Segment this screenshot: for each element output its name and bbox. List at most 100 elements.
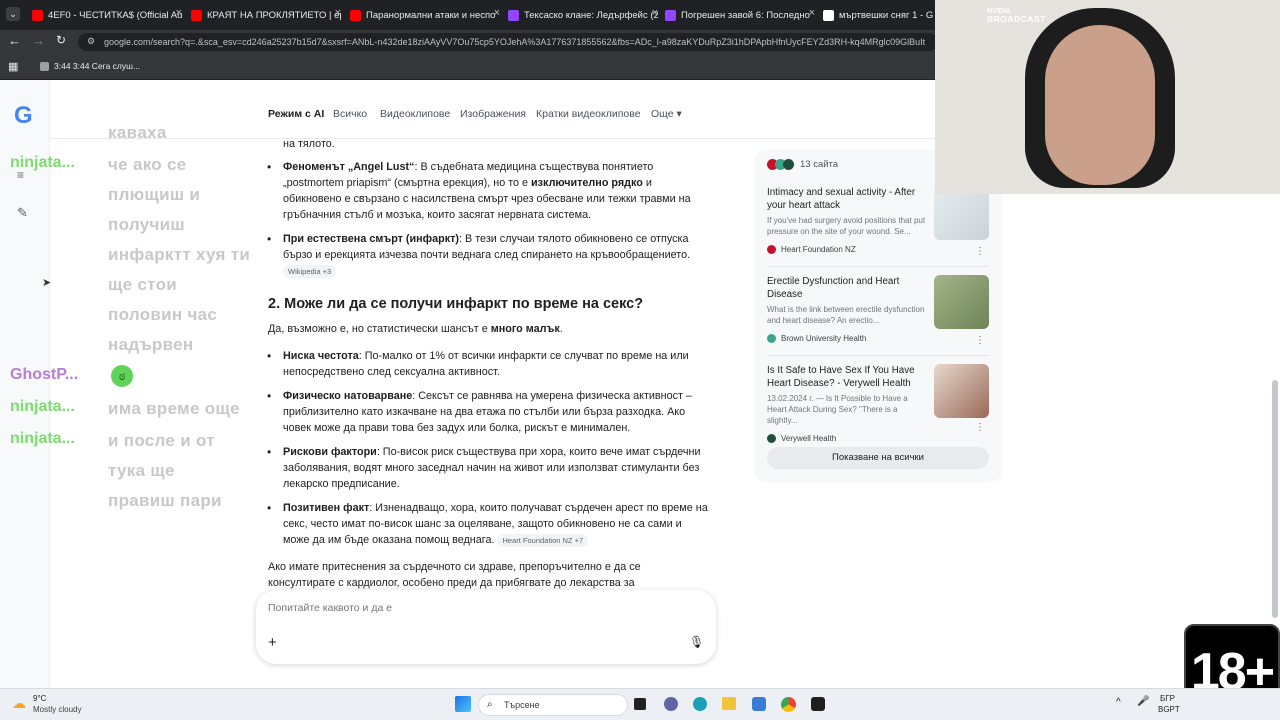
add-attachment-icon[interactable]: + bbox=[268, 634, 277, 651]
twitch-icon bbox=[665, 9, 676, 21]
tab-more[interactable]: Още ▾ bbox=[651, 108, 682, 120]
source-site: Heart Foundation NZ bbox=[767, 245, 989, 254]
browser-tab[interactable]: Погрешен завой 6: Последно × bbox=[665, 4, 815, 26]
source-title[interactable]: Intimacy and sexual activity - After you… bbox=[767, 186, 927, 212]
source-card[interactable]: Intimacy and sexual activity - After you… bbox=[767, 186, 989, 257]
source-card[interactable]: Is It Safe to Have Sex If You Have Heart… bbox=[767, 364, 989, 443]
task-view-icon[interactable] bbox=[634, 698, 646, 710]
browser-tab-label: Тексаско клане: Ледърфейс (2 bbox=[524, 9, 658, 21]
chat-username: GhostP... bbox=[10, 366, 79, 383]
microphone-icon[interactable]: 🎙 bbox=[689, 635, 704, 649]
answer-bullet-text: Рискови фактори: По-висок риск съществув… bbox=[283, 444, 708, 492]
chat-message-line: половин час bbox=[108, 305, 218, 324]
tab-all[interactable]: Всичко bbox=[333, 108, 367, 120]
answer-bullet: Физическо натоварване: Сексът се равнява… bbox=[267, 388, 708, 436]
bullet-heading: Феноменът „Angel Lust“ bbox=[283, 161, 415, 173]
more-options-icon[interactable]: ⋮ bbox=[975, 422, 985, 433]
windows-taskbar: ☁ 9°C Mostly cloudy ⌕ Търсене ^ 🎤 БГР BG… bbox=[0, 688, 1280, 720]
mic-tray-icon[interactable]: 🎤 bbox=[1137, 696, 1149, 707]
browser-tab-label: КРАЯТ НА ПРОКЛЯТИЕТО | ep bbox=[207, 9, 341, 21]
bullet-heading: Физическо натоварване bbox=[283, 390, 413, 402]
tab-videos[interactable]: Видеоклипове bbox=[380, 108, 450, 120]
weather-icon[interactable]: ☁ bbox=[12, 695, 26, 712]
bookmark-favicon-icon bbox=[40, 62, 49, 71]
taskbar-search[interactable]: ⌕ Търсене bbox=[478, 694, 628, 716]
bullet-heading: Позитивен факт bbox=[283, 502, 370, 514]
chat-message-line: тука ще bbox=[108, 461, 175, 480]
chat-app-icon[interactable] bbox=[664, 697, 678, 711]
forward-icon[interactable]: → bbox=[32, 33, 45, 48]
browser-tab[interactable]: мъртвешки сняг 1 - Googl bbox=[823, 4, 933, 26]
answer-bullet: Рискови фактори: По-висок риск съществув… bbox=[267, 444, 708, 492]
ask-input-box[interactable]: + 🎙 bbox=[256, 590, 716, 664]
sources-header[interactable]: 13 сайта bbox=[767, 159, 838, 170]
tab-ai-mode[interactable]: Режим с AI bbox=[268, 108, 324, 120]
more-options-icon[interactable]: ⋮ bbox=[975, 246, 985, 257]
answer-fragment: на тялото. bbox=[283, 138, 335, 150]
bullet-heading: Рискови фактори bbox=[283, 446, 377, 458]
edge-icon[interactable] bbox=[693, 697, 707, 711]
tray-chevron-icon[interactable]: ^ bbox=[1116, 697, 1121, 708]
source-card[interactable]: Erectile Dysfunction and Heart Disease W… bbox=[767, 275, 989, 346]
browser-tab-label: Паранормални атаки и неспо bbox=[366, 9, 496, 21]
chat-message-line: плющиш и bbox=[108, 185, 201, 204]
back-icon[interactable]: ← bbox=[8, 33, 21, 48]
answer-bullet-text: Позитивен факт: Изненадващо, хора, които… bbox=[283, 500, 708, 548]
sources-count: 13 сайта bbox=[800, 159, 839, 170]
reload-icon[interactable]: ↻ bbox=[56, 33, 66, 47]
chat-message-line: правиш пари bbox=[108, 491, 222, 510]
start-icon[interactable] bbox=[455, 696, 471, 712]
source-chip[interactable]: Wikipedia +3 bbox=[283, 264, 337, 278]
browser-tab[interactable]: Тексаско клане: Ледърфейс (2 × bbox=[508, 4, 658, 26]
source-title[interactable]: Is It Safe to Have Sex If You Have Heart… bbox=[767, 364, 927, 390]
tab-search-icon[interactable]: ⌄ bbox=[6, 7, 20, 21]
intro-bold: много малък bbox=[490, 323, 560, 335]
show-all-button[interactable]: Показване на всички bbox=[767, 447, 989, 469]
chat-message-line: че ако се bbox=[108, 155, 187, 174]
close-tab-icon[interactable]: × bbox=[809, 7, 815, 19]
bookmark-item[interactable]: 3:44 3:44 Сега слуш... bbox=[54, 61, 140, 71]
chrome-icon[interactable] bbox=[781, 697, 796, 712]
browser-tab[interactable]: 4EF0 - ЧЕСТИТКА$ (Official Au × bbox=[32, 4, 182, 26]
file-explorer-icon[interactable] bbox=[722, 697, 736, 710]
close-tab-icon[interactable]: × bbox=[652, 7, 658, 19]
tab-images[interactable]: Изображения bbox=[460, 108, 526, 120]
page-scrollbar[interactable] bbox=[1272, 380, 1278, 618]
apps-grid-icon[interactable]: ▦ bbox=[8, 60, 18, 73]
source-chip[interactable]: Heart Foundation NZ +7 bbox=[497, 533, 589, 547]
obs-app-icon[interactable] bbox=[811, 697, 825, 711]
new-chat-icon[interactable]: ✎ bbox=[17, 205, 28, 221]
answer-heading: 2. Може ли да се получи инфаркт по време… bbox=[268, 296, 644, 312]
webcam-feed: NVIDIA BROADCAST bbox=[935, 0, 1280, 194]
address-bar[interactable]: ⚙ google.com/search?q=.&sca_esv=cd246a25… bbox=[78, 33, 938, 51]
youtube-icon bbox=[350, 9, 361, 21]
ask-input[interactable] bbox=[268, 602, 688, 614]
source-desc: 13.02.2024 г. — Is It Possible to Have a… bbox=[767, 394, 908, 425]
browser-tab[interactable]: КРАЯТ НА ПРОКЛЯТИЕТО | ep × bbox=[191, 4, 341, 26]
source-title[interactable]: Erectile Dysfunction and Heart Disease bbox=[767, 275, 927, 301]
taskbar-search-label: Търсене bbox=[504, 700, 540, 710]
chat-message-line: надървен bbox=[108, 335, 194, 354]
more-options-icon[interactable]: ⋮ bbox=[975, 335, 985, 346]
browser-tab[interactable]: Паранормални атаки и неспо × bbox=[350, 4, 500, 26]
bullet-emphasis: изключително рядко bbox=[531, 177, 643, 189]
lang-indicator[interactable]: БГР bbox=[1160, 694, 1175, 703]
close-tab-icon[interactable]: × bbox=[335, 7, 341, 19]
youtube-icon bbox=[191, 9, 202, 21]
site-favicon-icon bbox=[767, 334, 776, 343]
close-tab-icon[interactable]: × bbox=[494, 7, 500, 19]
answer-tail: Ако имате притеснения за сърдечното си з… bbox=[268, 561, 641, 589]
chat-message-line: и после и от bbox=[108, 431, 215, 450]
site-info-icon[interactable]: ⚙ bbox=[87, 36, 95, 47]
chat-username: ninjata... bbox=[10, 430, 75, 447]
tab-short-videos[interactable]: Кратки видеоклипове bbox=[536, 108, 641, 120]
broadcast-label: BROADCAST bbox=[987, 14, 1046, 24]
source-desc: What is the link between erectile dysfun… bbox=[767, 305, 925, 325]
google-logo-icon[interactable]: G bbox=[14, 102, 33, 130]
answer-bullet: Позитивен факт: Изненадващо, хора, които… bbox=[267, 500, 708, 548]
bullet-heading: При естествена смърт (инфаркт) bbox=[283, 233, 460, 245]
close-tab-icon[interactable]: × bbox=[176, 7, 182, 19]
store-icon[interactable] bbox=[752, 697, 766, 711]
google-icon bbox=[823, 9, 834, 21]
streamer-face bbox=[1045, 25, 1155, 185]
